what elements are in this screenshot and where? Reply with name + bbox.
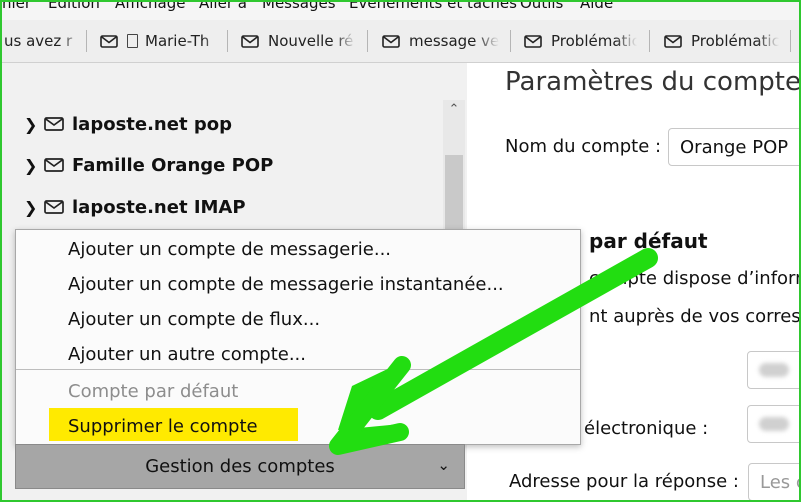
annotation-arrow-icon (329, 248, 658, 455)
